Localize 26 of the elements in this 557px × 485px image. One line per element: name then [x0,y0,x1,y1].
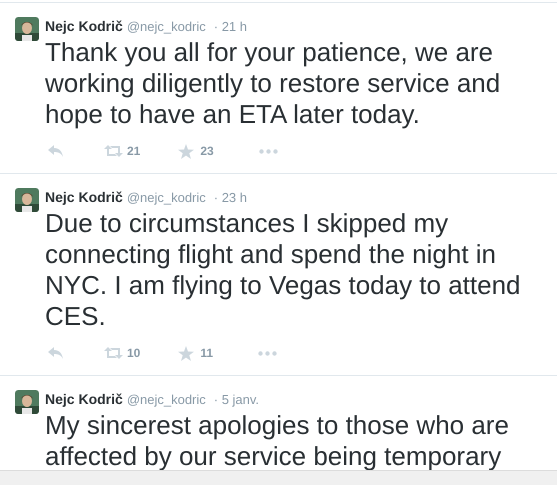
tweet-text: Thank you all for your patience, we are working diligently to restore service and hope to have an ETA later today. [45,37,502,130]
retweet-count: 21 [127,143,140,160]
author-handle[interactable]: @nejc_kodric [126,18,206,36]
author-handle[interactable]: @nejc_kodric [126,391,206,409]
retweet-count: 10 [127,345,140,362]
author-handle[interactable]: @nejc_kodric [126,189,206,207]
favorite-count: 23 [200,143,214,160]
star-icon[interactable] [178,144,194,158]
retweet-icon[interactable] [104,145,123,157]
tweet-time[interactable]: · 23 h [214,189,248,207]
favorite-count: 11 [200,345,214,362]
author-name[interactable]: Nejc Kodrič [45,188,123,206]
retweet-icon[interactable] [104,347,123,359]
reply-icon[interactable] [48,347,64,359]
tweet-time[interactable]: · 5 janv. [214,391,260,409]
reply-icon[interactable] [48,145,64,157]
tweet-text: Due to circumstances I skipped my connecting flight and spend the night in NYC. I am flying to Vegas today to attend CES. [45,208,522,332]
star-icon[interactable] [178,346,194,360]
author-name[interactable]: Nejc Kodrič [45,17,123,35]
avatar [15,188,39,212]
more-icon[interactable] [258,350,278,356]
avatar [15,390,39,414]
avatar [15,17,39,41]
tweet-time[interactable]: · 21 h [214,18,248,36]
more-icon[interactable] [258,148,278,154]
author-name[interactable]: Nejc Kodrič [45,390,123,408]
